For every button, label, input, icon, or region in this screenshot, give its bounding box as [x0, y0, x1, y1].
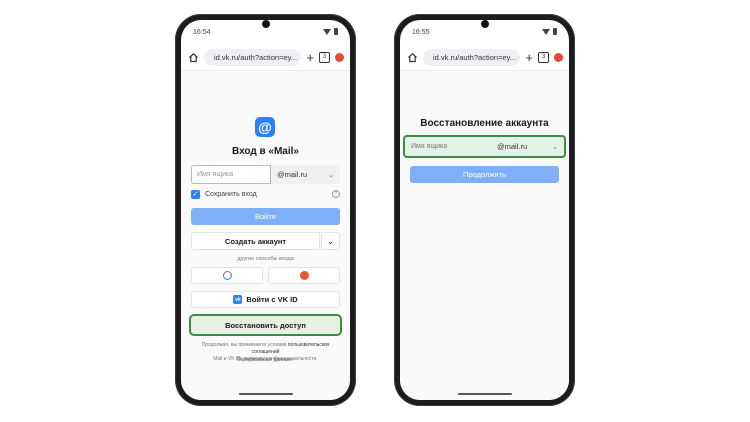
- save-login-label: Сохранить вход: [205, 190, 257, 198]
- new-tab-icon[interactable]: +: [525, 51, 533, 64]
- extension-icon[interactable]: [554, 52, 563, 62]
- status-time: 16:54: [193, 29, 211, 36]
- battery-icon: [334, 28, 338, 35]
- home-icon[interactable]: [406, 51, 418, 63]
- vk-icon: vk: [233, 295, 243, 304]
- vk-id-label: Войти с VK ID: [246, 295, 298, 304]
- chevron-down-icon: ⌄: [328, 171, 334, 179]
- gesture-bar[interactable]: [238, 393, 293, 395]
- restore-access-button[interactable]: Восстановить доступ: [189, 314, 342, 336]
- phone-screen: 16:54 id.vk.ru/auth?action=ey... + 3 @ В…: [181, 20, 350, 400]
- create-account-button[interactable]: Создать аккаунт: [191, 232, 320, 250]
- tab-switcher-button[interactable]: 3: [538, 51, 549, 63]
- chevron-down-icon: ⌄: [552, 143, 558, 151]
- tab-switcher-button[interactable]: 3: [319, 51, 330, 63]
- ok-icon: [299, 271, 309, 280]
- home-icon[interactable]: [187, 51, 199, 63]
- extension-icon[interactable]: [335, 52, 344, 62]
- login-page: @ Вход в «Mail» Имя ящика @mail.ru ⌄ ✓ С…: [181, 70, 350, 400]
- address-bar[interactable]: id.vk.ru/auth?action=ey...: [423, 48, 521, 66]
- camera-hole: [480, 20, 489, 28]
- gesture-bar[interactable]: [457, 393, 512, 395]
- other-methods-label: другие способы входа: [237, 256, 294, 262]
- login-button[interactable]: Войти: [191, 208, 340, 225]
- save-login-row: ✓ Сохранить вход ?: [191, 188, 340, 200]
- url-text: id.vk.ru/auth?action=ey...: [433, 52, 517, 62]
- phone-frame-login: 16:54 id.vk.ru/auth?action=ey... + 3 @ В…: [175, 14, 356, 406]
- domain-select[interactable]: @mail.ru: [497, 142, 552, 151]
- page-title: Восстановление аккаунта: [420, 118, 549, 129]
- new-tab-icon[interactable]: +: [306, 51, 314, 64]
- phone-screen: 16:55 id.vk.ru/auth?action=ey... + 3 Вос…: [400, 20, 569, 400]
- recovery-page: Восстановление аккаунта Имя ящика @mail.…: [400, 70, 569, 400]
- battery-icon: [553, 28, 557, 35]
- social-login-row: [191, 267, 340, 284]
- page-title: Вход в «Mail»: [231, 146, 299, 157]
- phone-frame-recovery: 16:55 id.vk.ru/auth?action=ey... + 3 Вос…: [394, 14, 575, 406]
- create-account-chevron-icon[interactable]: ⌄: [321, 232, 340, 250]
- wifi-icon: [542, 28, 550, 35]
- domain-value: @mail.ru: [277, 170, 308, 179]
- browser-toolbar: id.vk.ru/auth?action=ey... + 3: [400, 44, 569, 70]
- mail-logo-icon: @: [255, 117, 275, 137]
- sber-login-button[interactable]: [191, 267, 263, 284]
- browser-toolbar: id.vk.ru/auth?action=ey... + 3: [181, 44, 350, 70]
- status-time: 16:55: [412, 29, 430, 36]
- mailbox-placeholder: Имя ящика: [411, 143, 448, 150]
- address-bar[interactable]: id.vk.ru/auth?action=ey...: [204, 48, 302, 66]
- vk-id-login-button[interactable]: vk Войти с VK ID: [191, 291, 340, 308]
- save-login-checkbox[interactable]: ✓: [191, 189, 200, 199]
- url-text: id.vk.ru/auth?action=ey...: [214, 52, 298, 62]
- domain-select[interactable]: @mail.ru ⌄: [271, 165, 340, 184]
- wifi-icon: [323, 28, 331, 35]
- help-icon[interactable]: ?: [332, 190, 340, 198]
- transferred-data-link[interactable]: Передаваемые данные ›: [181, 357, 350, 363]
- camera-hole: [261, 20, 270, 28]
- ok-login-button[interactable]: [268, 267, 340, 284]
- create-account-row: Создать аккаунт ⌄: [191, 232, 340, 250]
- mailbox-name-input[interactable]: Имя ящика: [191, 165, 271, 184]
- continue-button[interactable]: Продолжить: [410, 166, 559, 183]
- mailbox-name-input[interactable]: Имя ящика @mail.ru ⌄: [403, 135, 566, 158]
- email-row: Имя ящика @mail.ru ⌄: [191, 165, 340, 184]
- sber-icon: [222, 271, 232, 280]
